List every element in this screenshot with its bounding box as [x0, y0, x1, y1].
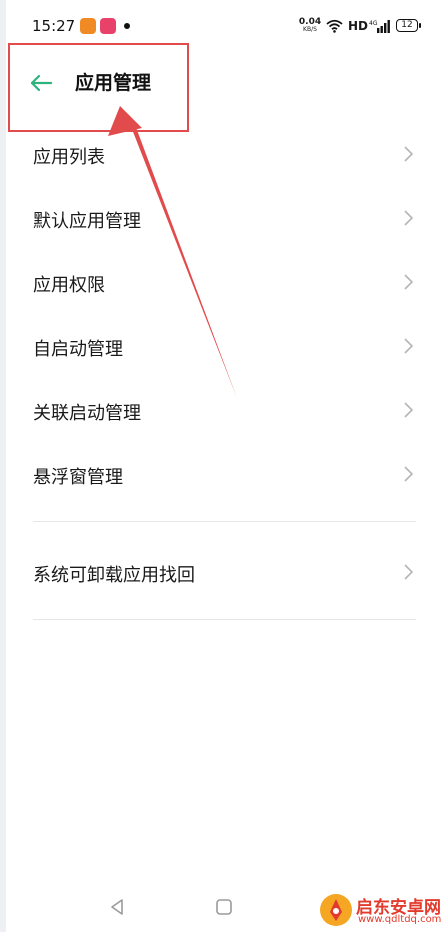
menu-item-label: 系统可卸载应用找回	[33, 565, 195, 586]
settings-list: 应用列表 默认应用管理 应用权限 自启动管理 关联启动管理 悬浮窗管理	[0, 122, 446, 506]
chevron-right-icon	[404, 146, 414, 162]
menu-item-label: 应用权限	[33, 275, 105, 296]
chevron-right-icon	[404, 274, 414, 290]
nav-back-icon[interactable]	[107, 897, 127, 917]
menu-item-restore-system-apps[interactable]: 系统可卸载应用找回	[0, 540, 446, 604]
menu-item-app-permissions[interactable]: 应用权限	[0, 250, 446, 314]
chevron-right-icon	[404, 466, 414, 482]
signal-4g-icon: 4G	[369, 20, 390, 33]
notification-dot-icon	[124, 23, 130, 29]
menu-item-label: 自启动管理	[33, 339, 123, 360]
menu-item-default-apps[interactable]: 默认应用管理	[0, 186, 446, 250]
watermark: 启东安卓网 www.qdltdq.com	[318, 890, 446, 932]
network-speed: 0.04 KB/S	[298, 18, 322, 33]
wifi-icon	[326, 19, 343, 33]
menu-item-app-list[interactable]: 应用列表	[0, 122, 446, 186]
annotation-highlight-box	[8, 43, 189, 132]
chevron-right-icon	[404, 210, 414, 226]
menu-item-autostart[interactable]: 自启动管理	[0, 314, 446, 378]
app-notification-icon	[80, 18, 96, 34]
watermark-logo-icon	[320, 894, 352, 926]
section-divider	[33, 521, 416, 522]
app-notification-icon	[100, 18, 116, 34]
section-divider	[33, 619, 416, 620]
network-speed-unit: KB/S	[303, 26, 317, 33]
menu-item-label: 关联启动管理	[33, 403, 141, 424]
battery-icon: 12	[396, 19, 421, 32]
status-time: 15:27	[32, 17, 76, 35]
watermark-url: www.qdltdq.com	[358, 914, 442, 925]
nav-home-icon[interactable]	[215, 898, 233, 916]
menu-item-label: 默认应用管理	[33, 211, 141, 232]
menu-item-associated-launch[interactable]: 关联启动管理	[0, 378, 446, 442]
chevron-right-icon	[404, 402, 414, 418]
chevron-right-icon	[404, 564, 414, 580]
menu-item-label: 应用列表	[33, 147, 105, 168]
chevron-right-icon	[404, 338, 414, 354]
svg-text:4G: 4G	[369, 20, 378, 27]
menu-item-floating-window[interactable]: 悬浮窗管理	[0, 442, 446, 506]
menu-item-label: 悬浮窗管理	[33, 467, 123, 488]
hd-label: HD	[348, 19, 369, 33]
